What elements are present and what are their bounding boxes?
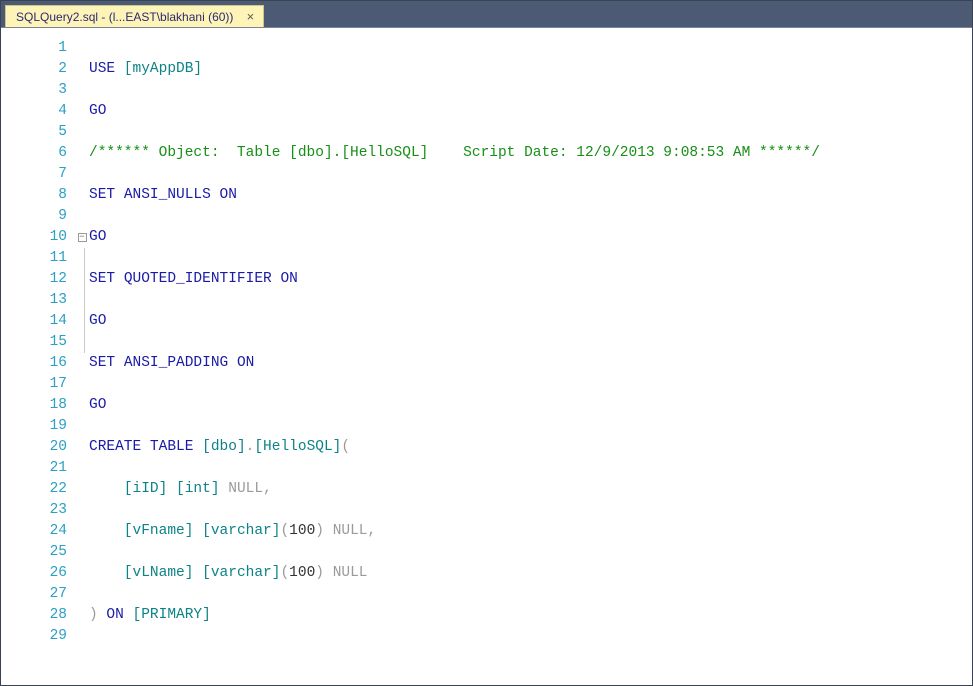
- code-line: GO: [89, 227, 972, 248]
- line-number: 25: [1, 542, 67, 563]
- tab-title: SQLQuery2.sql - (l...EAST\blakhani (60)): [16, 10, 233, 24]
- code-line: SET ANSI_PADDING ON: [89, 353, 972, 374]
- code-line: [iID] [int] NULL,: [89, 479, 972, 500]
- line-number: 17: [1, 374, 67, 395]
- code-line: USE [myAppDB]: [89, 59, 972, 80]
- line-number: 5: [1, 122, 67, 143]
- line-number: 26: [1, 563, 67, 584]
- line-number: 1: [1, 38, 67, 59]
- code-line: SET ANSI_NULLS ON: [89, 185, 972, 206]
- line-number: 10: [1, 227, 67, 248]
- line-number: 2: [1, 59, 67, 80]
- close-icon[interactable]: ×: [243, 10, 257, 24]
- tab-sqlquery2[interactable]: SQLQuery2.sql - (l...EAST\blakhani (60))…: [5, 5, 264, 27]
- line-number: 24: [1, 521, 67, 542]
- code-line: GO: [89, 311, 972, 332]
- line-number: 13: [1, 290, 67, 311]
- line-number: 3: [1, 80, 67, 101]
- code-line: GO: [89, 395, 972, 416]
- line-number: 28: [1, 605, 67, 626]
- line-number: 8: [1, 185, 67, 206]
- line-number: 19: [1, 416, 67, 437]
- fold-toggle-icon[interactable]: −: [78, 233, 87, 242]
- line-number: 16: [1, 353, 67, 374]
- code-line: GO: [89, 101, 972, 122]
- line-number: 14: [1, 311, 67, 332]
- code-line: [89, 647, 972, 668]
- editor-window: SQLQuery2.sql - (l...EAST\blakhani (60))…: [0, 0, 973, 686]
- fold-column: −: [75, 38, 89, 685]
- line-number: 23: [1, 500, 67, 521]
- line-number: 18: [1, 395, 67, 416]
- line-number: 29: [1, 626, 67, 647]
- code-line: SET QUOTED_IDENTIFIER ON: [89, 269, 972, 290]
- code-area[interactable]: USE [myAppDB] GO /****** Object: Table […: [89, 38, 972, 685]
- code-line: CREATE TABLE [dbo].[HelloSQL](: [89, 437, 972, 458]
- line-number: 27: [1, 584, 67, 605]
- code-line: [vFname] [varchar](100) NULL,: [89, 521, 972, 542]
- line-number: 7: [1, 164, 67, 185]
- code-line: /****** Object: Table [dbo].[HelloSQL] S…: [89, 143, 972, 164]
- line-number: 20: [1, 437, 67, 458]
- line-number: 21: [1, 458, 67, 479]
- line-number: 12: [1, 269, 67, 290]
- code-editor[interactable]: 1 2 3 4 5 6 7 8 9 10 11 12 13 14 15 16 1…: [1, 28, 972, 685]
- line-number: 6: [1, 143, 67, 164]
- tab-bar: SQLQuery2.sql - (l...EAST\blakhani (60))…: [1, 1, 972, 27]
- editor-frame: 1 2 3 4 5 6 7 8 9 10 11 12 13 14 15 16 1…: [1, 27, 972, 685]
- line-number: 9: [1, 206, 67, 227]
- line-number: 4: [1, 101, 67, 122]
- line-number-gutter: 1 2 3 4 5 6 7 8 9 10 11 12 13 14 15 16 1…: [1, 38, 75, 685]
- code-line: ) ON [PRIMARY]: [89, 605, 972, 626]
- line-number: 22: [1, 479, 67, 500]
- line-number: 11: [1, 248, 67, 269]
- code-line: [vLName] [varchar](100) NULL: [89, 563, 972, 584]
- line-number: 15: [1, 332, 67, 353]
